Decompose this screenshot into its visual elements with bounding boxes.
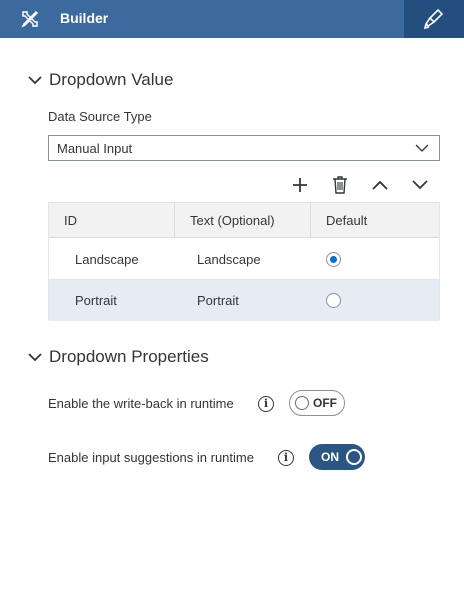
chevron-down-icon: [28, 353, 42, 362]
writeback-label: Enable the write-back in runtime: [48, 396, 234, 411]
chevron-down-icon: [415, 144, 429, 152]
delete-row-button[interactable]: [328, 173, 352, 197]
column-header-default: Default: [310, 203, 439, 238]
default-radio[interactable]: [326, 293, 341, 308]
switch-knob: [295, 396, 309, 410]
column-header-id: ID: [64, 213, 77, 228]
default-radio[interactable]: [326, 252, 341, 267]
styling-button[interactable]: [404, 0, 464, 38]
select-value: Manual Input: [57, 141, 133, 156]
add-row-button[interactable]: [288, 173, 312, 197]
panel-title: Builder: [60, 10, 109, 26]
section-title: Dropdown Properties: [49, 347, 209, 366]
info-icon[interactable]: i: [258, 396, 274, 412]
cell-text[interactable]: Portrait: [197, 280, 239, 321]
dropdown-values-table: ID Text (Optional) Default Landscape Lan…: [48, 202, 440, 321]
switch-state: OFF: [313, 396, 337, 410]
switch-state: ON: [321, 450, 339, 464]
table-row[interactable]: Portrait Portrait: [49, 280, 439, 321]
move-up-icon: [372, 180, 388, 190]
writeback-switch[interactable]: OFF: [289, 390, 345, 416]
delete-icon: [333, 176, 347, 194]
table-row[interactable]: Landscape Landscape: [49, 239, 439, 280]
data-source-type-label: Data Source Type: [48, 109, 152, 124]
data-source-type-select[interactable]: Manual Input: [48, 135, 440, 161]
cell-text[interactable]: Landscape: [197, 239, 261, 280]
table-header: ID Text (Optional) Default: [49, 203, 439, 238]
chevron-down-icon: [28, 76, 42, 85]
move-down-button[interactable]: [408, 173, 432, 197]
suggestions-label: Enable input suggestions in runtime: [48, 450, 254, 465]
move-down-icon: [412, 180, 428, 190]
tools-icon: [20, 9, 40, 29]
dropdown-properties-section-toggle[interactable]: Dropdown Properties: [28, 345, 209, 369]
dropdown-value-section-toggle[interactable]: Dropdown Value: [28, 68, 173, 92]
paint-brush-icon: [424, 8, 444, 30]
move-up-button[interactable]: [368, 173, 392, 197]
cell-id[interactable]: Portrait: [75, 280, 117, 321]
builder-header: Builder: [0, 0, 464, 38]
column-header-text: Text (Optional): [174, 203, 310, 238]
add-icon: [293, 178, 307, 192]
switch-knob: [346, 449, 362, 465]
cell-id[interactable]: Landscape: [75, 239, 139, 280]
section-title: Dropdown Value: [49, 70, 174, 89]
suggestions-switch[interactable]: ON: [309, 444, 365, 470]
info-icon[interactable]: i: [278, 450, 294, 466]
